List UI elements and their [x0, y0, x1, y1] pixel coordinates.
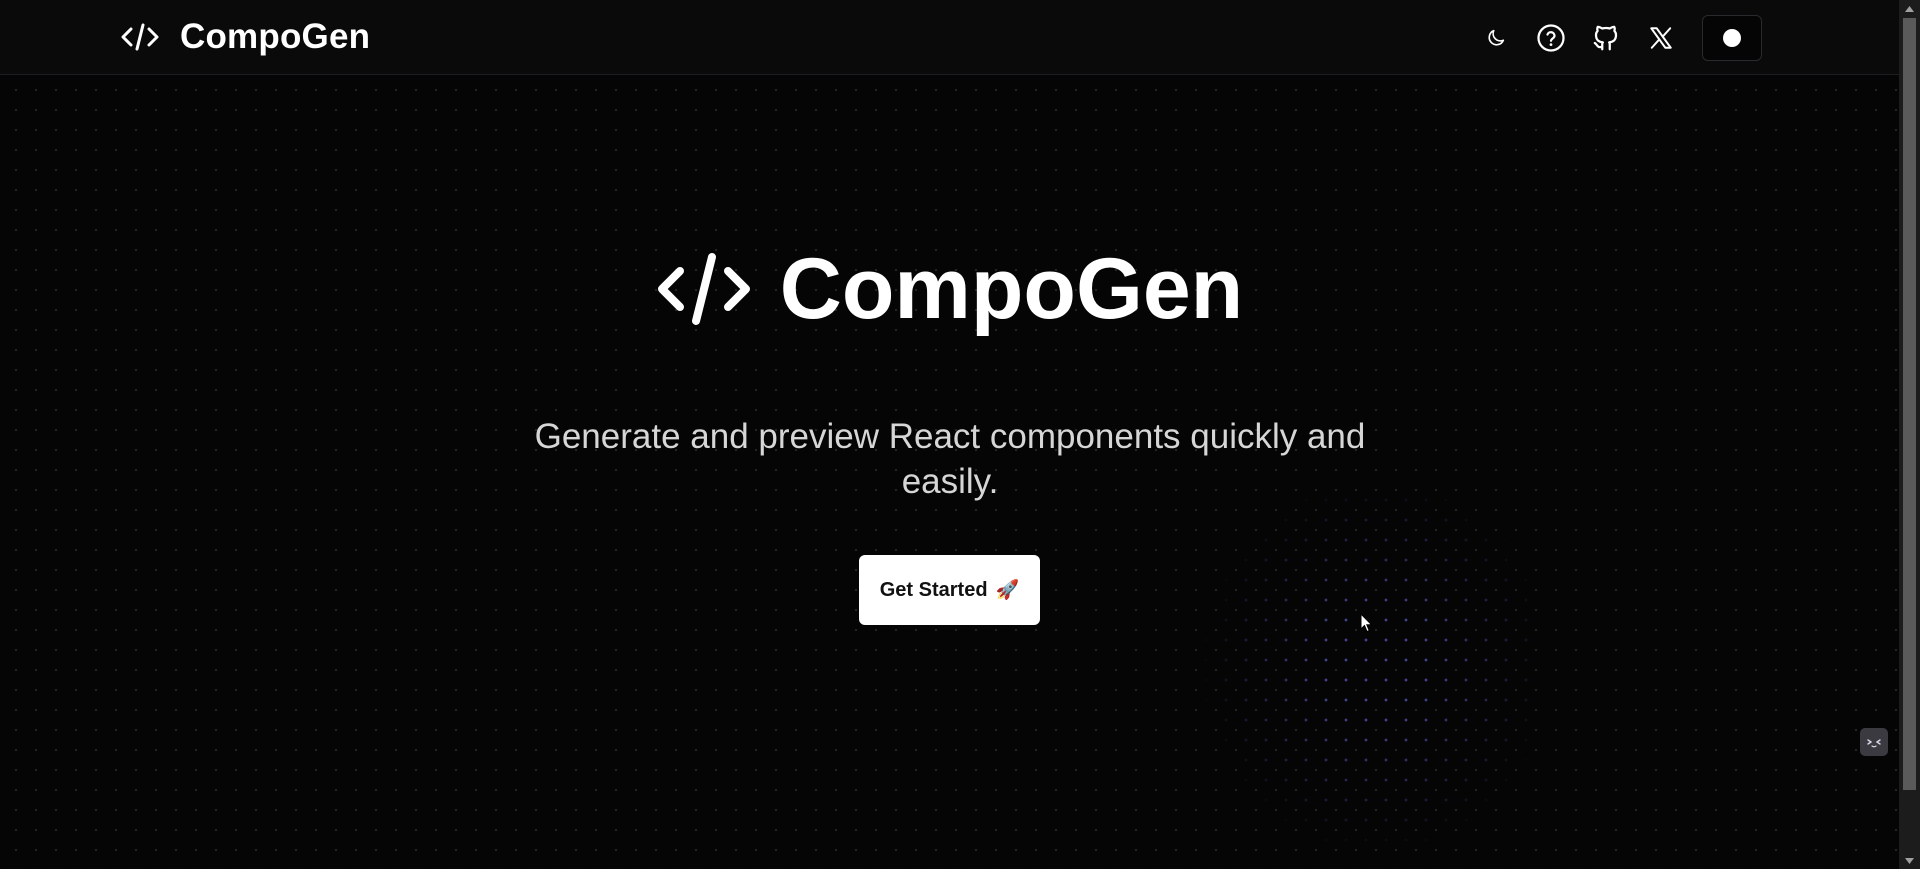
mode-toggle-button[interactable]: [1702, 15, 1762, 61]
rocket-icon: 🚀: [995, 580, 1020, 601]
page: CompoGen CompoGen Generate and preview R…: [0, 0, 1920, 869]
vertical-scrollbar[interactable]: [1899, 0, 1920, 869]
github-link[interactable]: [1586, 18, 1626, 58]
code-icon: [657, 253, 750, 325]
top-navbar: CompoGen: [0, 0, 1899, 75]
dot-icon: [1723, 29, 1741, 47]
code-icon: [121, 23, 159, 51]
get-started-button[interactable]: Get Started 🚀: [859, 555, 1040, 625]
scrollbar-thumb[interactable]: [1903, 18, 1916, 790]
scroll-up-arrow-icon[interactable]: [1899, 0, 1920, 17]
brand-logo-link[interactable]: CompoGen: [120, 16, 370, 58]
hero-section: CompoGen Generate and preview React comp…: [0, 76, 1899, 869]
floating-widget-button[interactable]: [1860, 728, 1888, 756]
header-actions: [1476, 14, 1762, 62]
get-started-label: Get Started: [879, 578, 988, 601]
hero-subtitle: Generate and preview React components qu…: [534, 417, 1366, 501]
scroll-down-arrow-icon[interactable]: [1899, 852, 1920, 869]
help-circle-icon: [1537, 24, 1565, 52]
mouse-cursor-icon: [1360, 613, 1373, 633]
dot-glow-effect: [1190, 466, 1530, 866]
hero-title: CompoGen: [0, 246, 1899, 332]
moon-icon: [1488, 29, 1505, 46]
brand-name: CompoGen: [180, 17, 371, 56]
face-icon: [1867, 739, 1881, 748]
help-button[interactable]: [1531, 18, 1571, 58]
github-icon: [1593, 25, 1618, 51]
hero-title-text: CompoGen: [779, 241, 1244, 337]
x-logo-icon: [1650, 27, 1672, 49]
x-twitter-link[interactable]: [1641, 18, 1681, 58]
theme-toggle-button[interactable]: [1476, 18, 1516, 58]
